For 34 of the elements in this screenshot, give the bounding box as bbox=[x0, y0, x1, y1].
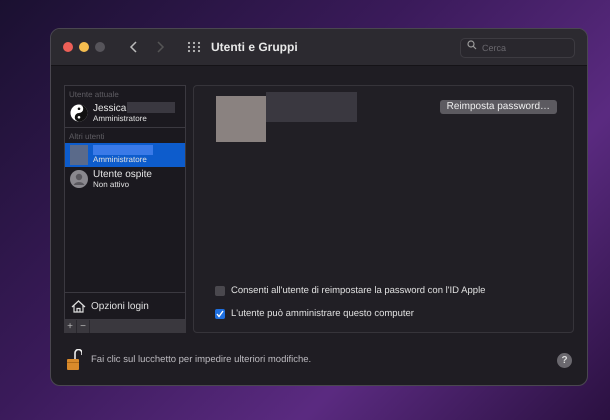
user-name: Jessica bbox=[93, 102, 128, 114]
user-role: Non attivo bbox=[93, 180, 130, 190]
checkbox-label: L'utente può amministrare questo computer bbox=[231, 307, 414, 322]
house-icon bbox=[71, 300, 86, 312]
user-item[interactable]: Amministratore bbox=[65, 143, 185, 167]
checkbox[interactable] bbox=[215, 286, 225, 296]
remove-button[interactable]: − bbox=[77, 320, 90, 333]
redaction-block bbox=[93, 145, 153, 155]
user-item[interactable]: Utente ospite Non attivo bbox=[65, 167, 185, 191]
checkbox[interactable] bbox=[215, 309, 225, 320]
photo-placeholder bbox=[216, 96, 266, 142]
lock-hint: Fai clic sul lucchetto per impedire ulteriori modifiche. bbox=[91, 352, 312, 367]
user-role: Amministratore bbox=[93, 114, 147, 124]
close-button[interactable] bbox=[63, 42, 73, 52]
search-field[interactable]: Cerca bbox=[460, 38, 575, 58]
section-heading: Utente attuale bbox=[68, 89, 120, 101]
window-title: Utenti e Gruppi bbox=[211, 39, 298, 56]
help-button[interactable]: ? bbox=[557, 352, 572, 368]
user-role: Amministratore bbox=[93, 155, 148, 165]
add-button[interactable]: + bbox=[64, 320, 77, 333]
reset-password-button[interactable]: Reimposta password… bbox=[440, 100, 557, 114]
photo-placeholder bbox=[70, 145, 88, 165]
yin-yang-icon bbox=[70, 104, 88, 122]
login-options-item[interactable]: Opzioni login bbox=[64, 293, 186, 320]
redaction-block bbox=[127, 102, 175, 112]
guest-avatar-icon bbox=[70, 170, 88, 188]
minimize-button[interactable] bbox=[79, 42, 89, 52]
open-padlock-icon[interactable] bbox=[66, 349, 82, 371]
back-icon[interactable] bbox=[129, 41, 137, 53]
user-name: Utente ospite bbox=[93, 168, 152, 180]
checkbox-label: Consenti all'utente di reimpostare la password con l'ID Apple bbox=[231, 284, 486, 298]
user-item[interactable]: Jessica Amministratore bbox=[65, 101, 185, 125]
grid-icon[interactable] bbox=[187, 41, 201, 53]
search-icon bbox=[467, 40, 477, 50]
